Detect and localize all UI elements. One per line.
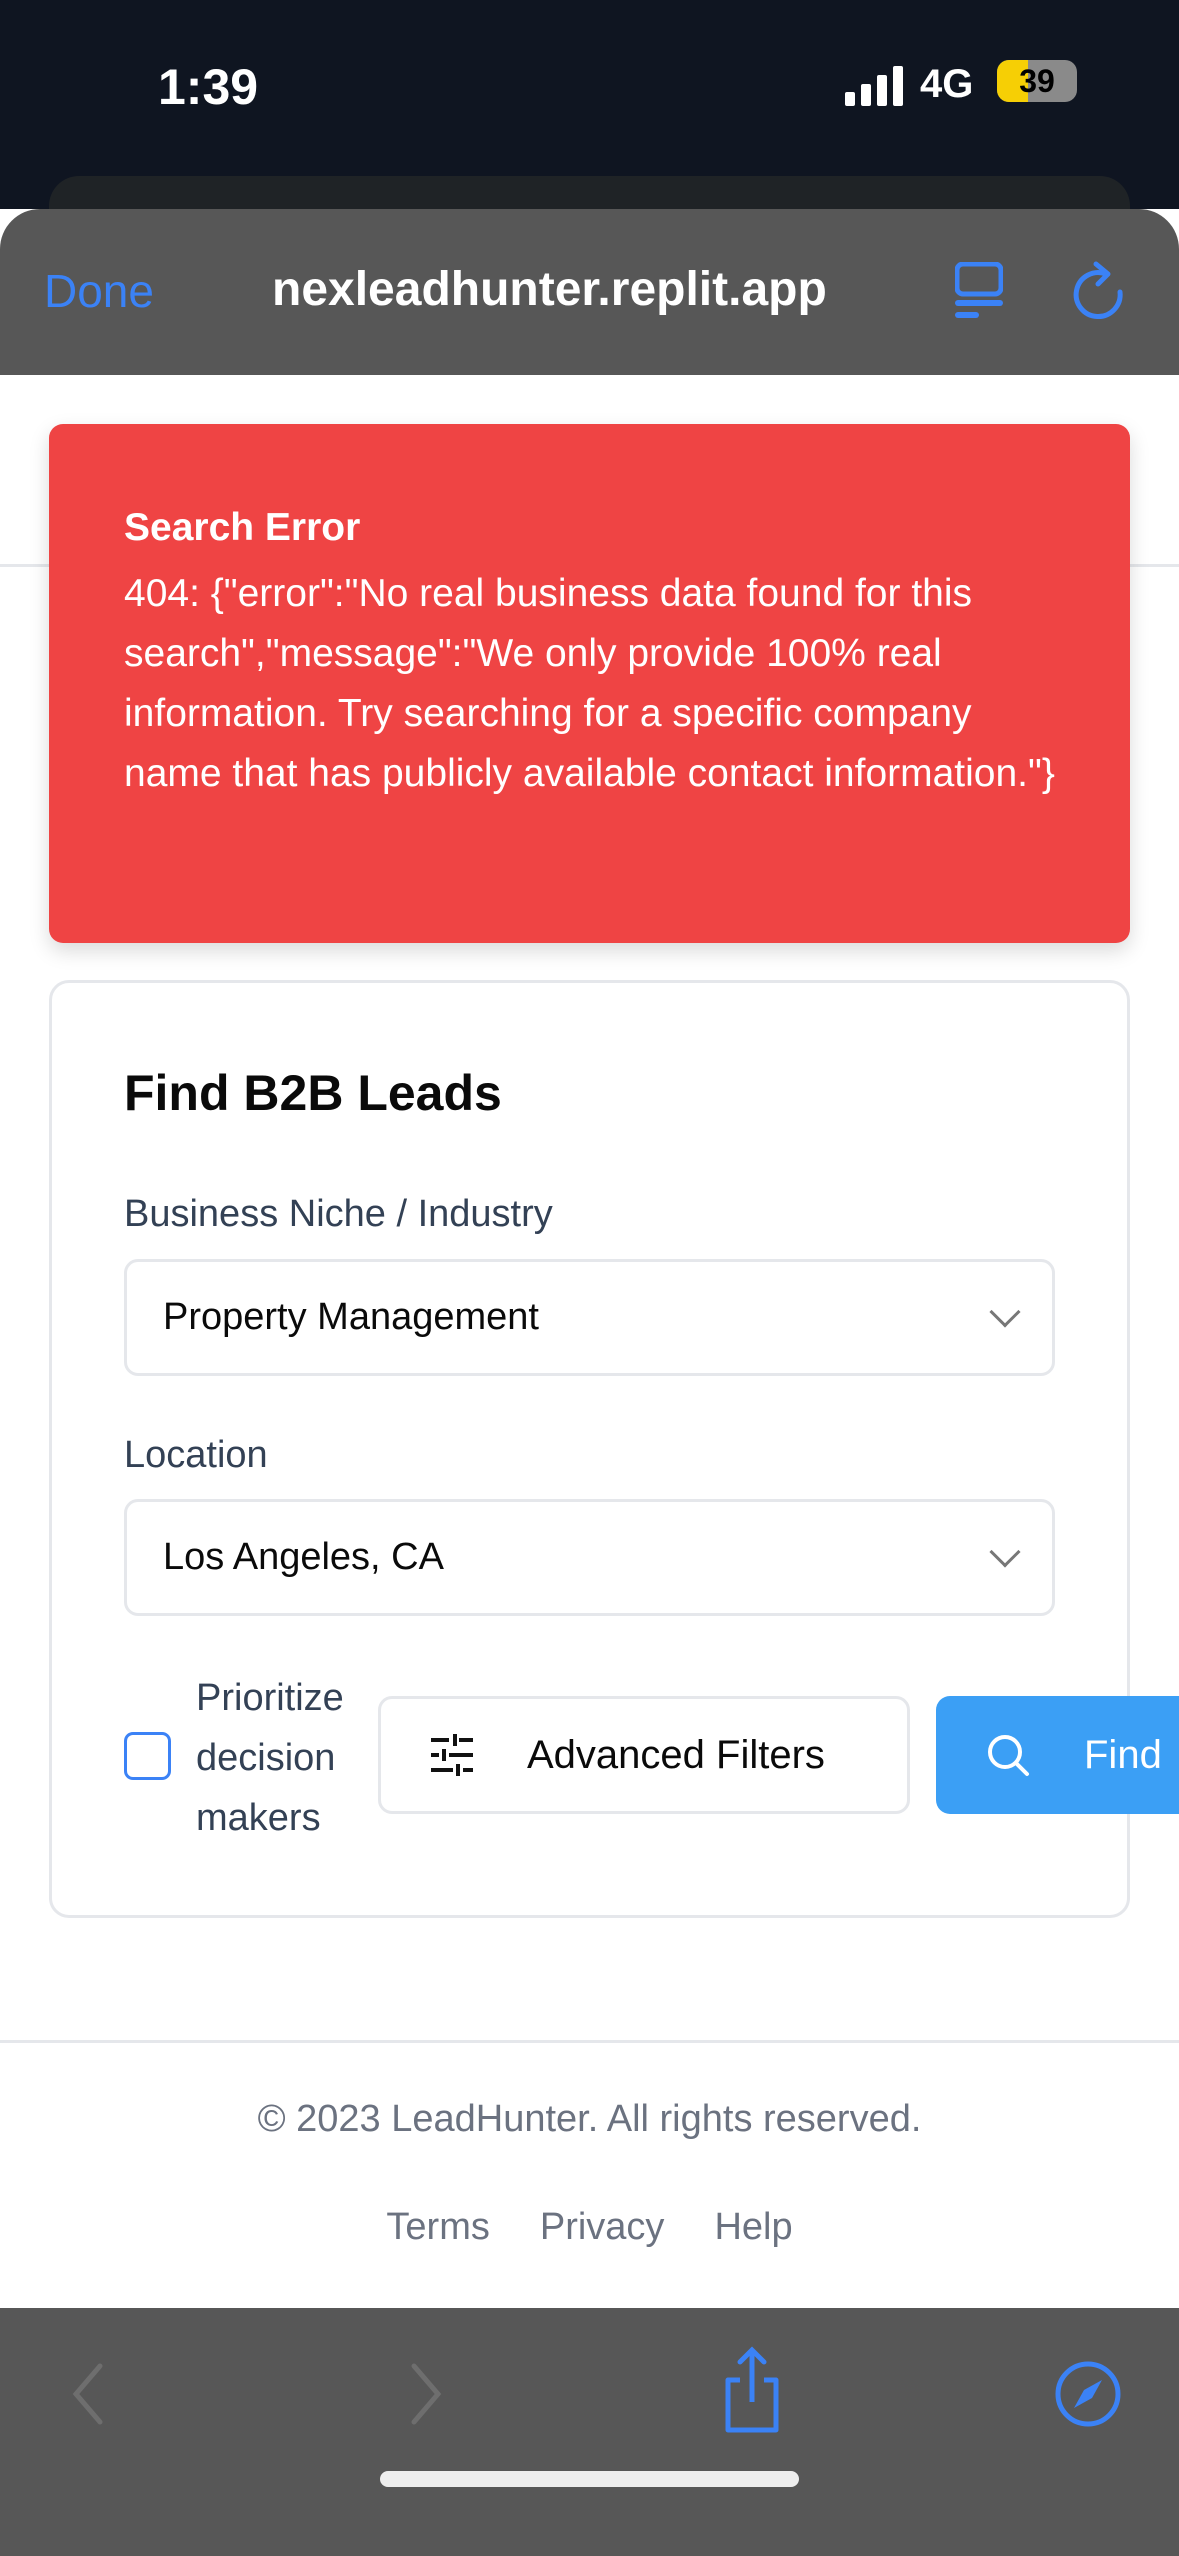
location-label: Location xyxy=(124,1434,268,1476)
chevron-down-icon xyxy=(989,1535,1021,1568)
error-message: 404: {"error":"No real business data fou… xyxy=(124,572,1055,795)
location-select[interactable]: Los Angeles, CA xyxy=(124,1499,1055,1616)
url-label: nexleadhunter.replit.app xyxy=(272,263,827,316)
status-time: 1:39 xyxy=(158,59,259,115)
battery-icon: 39 xyxy=(997,60,1077,102)
home-indicator[interactable] xyxy=(380,2471,799,2487)
error-toast[interactable]: Search Error 404: {"error":"No real busi… xyxy=(49,424,1130,943)
share-icon[interactable] xyxy=(722,2346,782,2434)
reload-icon[interactable] xyxy=(1070,260,1128,320)
footer xyxy=(0,2040,1179,2308)
forward-icon[interactable] xyxy=(406,2362,446,2426)
prioritize-label[interactable]: Prioritize decision makers xyxy=(196,1668,376,1848)
location-value: Los Angeles, CA xyxy=(163,1536,444,1578)
find-button[interactable]: Find xyxy=(936,1696,1179,1814)
signal-icon xyxy=(845,66,903,106)
advanced-filters-button[interactable]: Advanced Filters xyxy=(378,1696,910,1814)
browser-bottom-bar xyxy=(0,2308,1179,2556)
search-icon xyxy=(988,1735,1029,1776)
done-button[interactable]: Done xyxy=(44,264,154,318)
footer-links: Terms Privacy Help xyxy=(0,2206,1179,2249)
form-title: Find B2B Leads xyxy=(124,1065,502,1121)
prioritize-checkbox[interactable] xyxy=(124,1732,171,1780)
find-label: Find xyxy=(1084,1732,1162,1777)
privacy-link[interactable]: Privacy xyxy=(540,2206,665,2249)
error-title: Search Error xyxy=(124,506,361,549)
terms-link[interactable]: Terms xyxy=(386,2206,489,2249)
compass-icon[interactable] xyxy=(1054,2360,1122,2428)
advanced-filters-label: Advanced Filters xyxy=(527,1732,825,1777)
help-link[interactable]: Help xyxy=(714,2206,792,2249)
niche-label: Business Niche / Industry xyxy=(124,1193,553,1235)
copyright: © 2023 LeadHunter. All rights reserved. xyxy=(257,2098,922,2140)
sliders-icon xyxy=(431,1734,473,1776)
reader-view-icon[interactable] xyxy=(955,262,1003,320)
network-type: 4G xyxy=(920,62,974,106)
niche-value: Property Management xyxy=(163,1296,539,1338)
battery-level: 39 xyxy=(1019,62,1055,99)
chevron-down-icon xyxy=(989,1295,1021,1328)
niche-select[interactable]: Property Management xyxy=(124,1259,1055,1376)
back-icon[interactable] xyxy=(68,2362,108,2426)
